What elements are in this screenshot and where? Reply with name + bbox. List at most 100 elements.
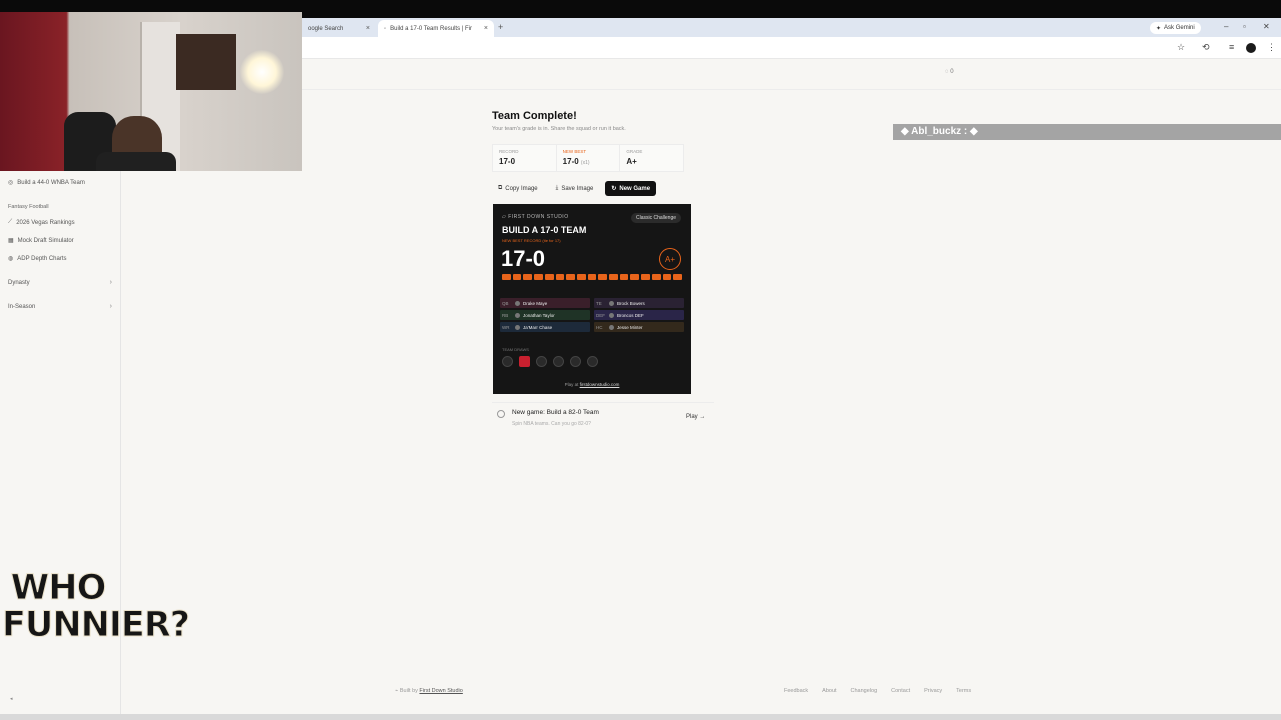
sidebar-collapse-icon[interactable]: ◂ (10, 696, 13, 702)
stat-value: A+ (626, 157, 637, 166)
footer-links: Feedback About Changelog Contact Privacy… (784, 688, 971, 694)
maximize-icon[interactable]: ▫ (1243, 22, 1246, 31)
page-subtitle: Your team's grade is in. Share the squad… (492, 126, 626, 132)
stat-value: 17-0 (499, 157, 516, 166)
copy-icon: ⧉ (498, 185, 503, 191)
close-window-icon[interactable]: ✕ (1263, 22, 1270, 31)
chevron-right-icon: › (109, 303, 112, 310)
footer-link-changelog[interactable]: Changelog (851, 688, 878, 694)
sparkle-icon: ✦ (1156, 25, 1162, 32)
chat-message: ◆ Abl_buckz : ◆ (901, 126, 978, 137)
media-icon[interactable]: ≡ (1229, 42, 1234, 52)
sidebar-item-label: ADP Depth Charts (17, 255, 67, 262)
team-logo-icon (570, 356, 581, 367)
who-funnier-overlay: WHO FUNNIER? (2, 568, 191, 645)
roster-cell: WR Ja'Marr Chase (500, 322, 590, 332)
win-segment (566, 274, 575, 280)
card-draws-label: TEAM DRAWS (502, 347, 529, 352)
roster-cell: QB Drake Maye (500, 298, 590, 308)
play-link[interactable]: Play → (686, 414, 705, 420)
stat-record: Record 17-0 (493, 145, 557, 171)
footer-link-terms[interactable]: Terms (956, 688, 971, 694)
built-by-link[interactable]: First Down Studio (419, 688, 462, 694)
menu-icon[interactable]: ⋮ (1267, 42, 1276, 53)
webcam-overlay (0, 12, 302, 171)
roster-cell: TE Brock Bowers (594, 298, 684, 308)
sidebar-item-vegas-rankings[interactable]: ⟋ 2026 Vegas Rankings (8, 219, 112, 226)
sidebar-item-adp-depth[interactable]: ◍ ADP Depth Charts (8, 255, 112, 263)
team-logos (502, 356, 598, 367)
player-avatar (515, 312, 520, 318)
extensions-icon[interactable]: ⟲ (1202, 42, 1210, 53)
close-icon[interactable]: × (484, 25, 488, 32)
sidebar-item-wnba[interactable]: ◎ Build a 44-0 WNBA Team (8, 179, 112, 187)
card-roster: QB Drake Maye TE Brock Bowers RB Jonathan T… (500, 298, 684, 332)
roster-row: QB Drake Maye TE Brock Bowers (500, 298, 684, 308)
sidebar-group-dynasty[interactable]: Dynasty › (8, 279, 112, 286)
favicon-icon: ◦ (384, 25, 387, 32)
win-segment (662, 274, 672, 280)
chat-username: Abl_buckz : (911, 126, 968, 137)
team-logo-icon (519, 356, 530, 367)
star-icon[interactable]: ☆ (1177, 42, 1185, 53)
minimize-icon[interactable]: – (1224, 22, 1228, 31)
tab-build-team-results[interactable]: ◦ Build a 17-0 Team Results | Fir × (378, 20, 494, 37)
footer-link-feedback[interactable]: Feedback (784, 688, 808, 694)
sidebar-section-title: Fantasy Football (8, 204, 49, 210)
win-segment (512, 274, 522, 280)
stat-grade: Grade A+ (620, 145, 683, 171)
win-segment (576, 274, 586, 280)
tab-google-search[interactable]: oogle Search × (302, 20, 376, 37)
win-segment (598, 274, 608, 280)
refresh-icon: ↻ (611, 186, 617, 192)
card-best-line: NEW BEST RECORD (tie for 17) (502, 238, 561, 243)
footer-link-privacy[interactable]: Privacy (924, 688, 942, 694)
sidebar-item-label: Mock Draft Simulator (17, 237, 74, 244)
save-image-button[interactable]: ⤓ Save Image (550, 181, 600, 196)
win-segment (544, 274, 554, 280)
card-heading: BUILD A 17-0 TEAM (502, 225, 587, 235)
notification-indicator[interactable]: ◌ 0 (945, 69, 954, 75)
stat-label: New Best (562, 149, 587, 154)
stat-new-best: New Best 17-0 (x1) (557, 145, 621, 171)
promo-subtitle: Spin NBA teams. Can you go 82-0? (512, 421, 591, 427)
cube-icon: ◆ (970, 126, 978, 137)
cube-icon: ◆ (901, 126, 909, 137)
team-logo-icon (536, 356, 547, 367)
profile-avatar[interactable] (1246, 43, 1256, 53)
team-logo-icon (587, 356, 598, 367)
win-segment (587, 274, 597, 280)
site-footer: ⌁ Built by First Down Studio Feedback Ab… (121, 680, 1281, 706)
globe-icon: ◍ (8, 256, 14, 262)
player-avatar (609, 312, 614, 318)
stat-label: Record (499, 149, 519, 154)
webcam-lamp (240, 50, 284, 94)
logo-icon: ⌁ (395, 688, 399, 694)
grid-icon: ▦ (8, 238, 14, 244)
team-logo-icon (502, 356, 513, 367)
new-game-button[interactable]: ↻ New Game (605, 181, 657, 196)
roster-row: WR Ja'Marr Chase HC Jesse Minter (500, 322, 684, 332)
win-segment (555, 274, 565, 280)
copy-image-button[interactable]: ⧉ Copy Image (492, 181, 544, 196)
sidebar-group-in-season[interactable]: In-Season › (8, 303, 112, 310)
player-avatar (515, 324, 520, 330)
win-segment (651, 274, 661, 280)
basketball-icon (497, 410, 505, 418)
new-game-promo[interactable]: New game: Build a 82-0 Team Spin NBA tea… (492, 402, 714, 428)
ask-gemini-button[interactable]: ✦ Ask Gemini (1150, 22, 1201, 34)
built-by: ⌁ Built by First Down Studio (395, 688, 463, 694)
stat-label: Grade (626, 149, 643, 154)
win-segment (673, 274, 682, 280)
sidebar-item-mock-draft[interactable]: ▦ Mock Draft Simulator (8, 237, 112, 245)
download-icon: ⤓ (555, 185, 559, 191)
win-segment (534, 274, 543, 280)
player-avatar (609, 324, 614, 330)
new-tab-button[interactable]: + (498, 22, 503, 32)
page-title: Team Complete! (492, 110, 577, 122)
footer-link-contact[interactable]: Contact (891, 688, 910, 694)
share-card-image: ▱ FIRST DOWN STUDIO Classic Challenge BU… (493, 204, 691, 394)
card-grade-badge: A+ (659, 248, 681, 270)
close-icon[interactable]: × (366, 25, 370, 32)
footer-link-about[interactable]: About (822, 688, 836, 694)
